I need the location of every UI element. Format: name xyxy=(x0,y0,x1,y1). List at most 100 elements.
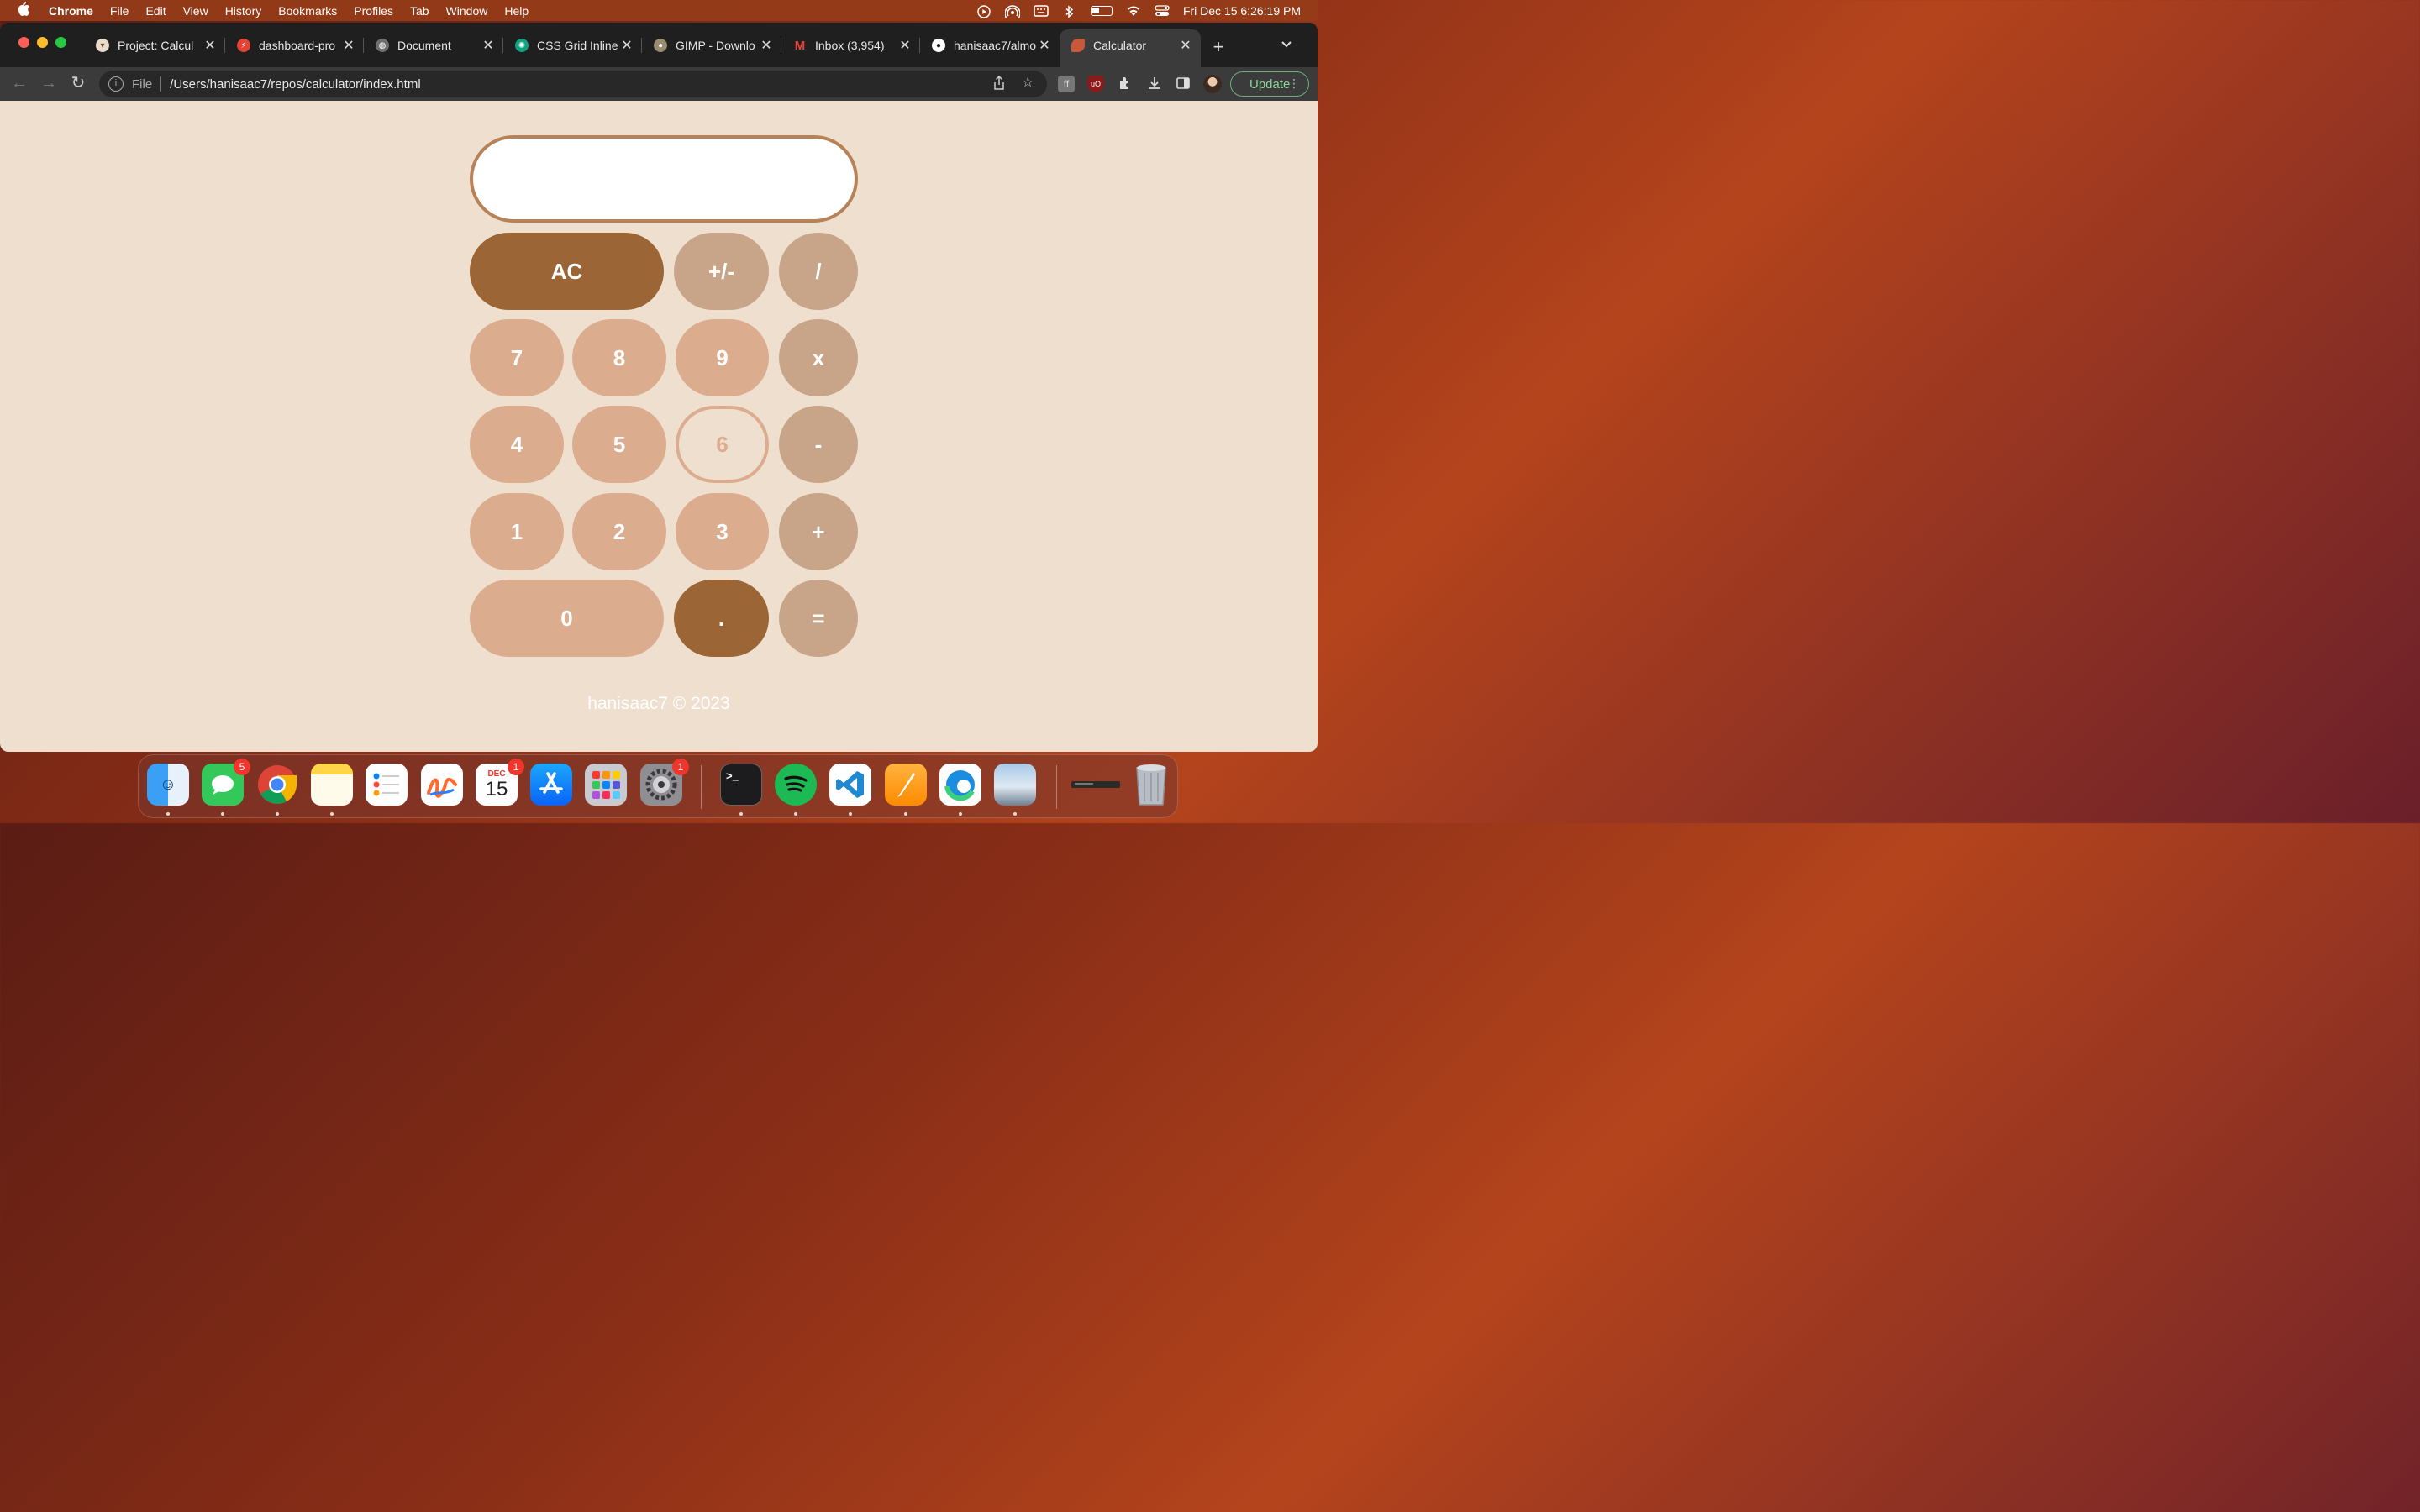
close-icon[interactable]: ✕ xyxy=(758,37,775,54)
divide-button[interactable]: / xyxy=(779,233,858,310)
tab-gmail[interactable]: M Inbox (3,954) ✕ xyxy=(781,29,920,61)
digit-4-button[interactable]: 4 xyxy=(470,406,564,483)
calendar-icon[interactable]: DEC 15 1 xyxy=(476,759,524,806)
close-icon[interactable]: ✕ xyxy=(1036,37,1053,54)
menu-profiles[interactable]: Profiles xyxy=(354,4,393,18)
freeform-icon[interactable] xyxy=(421,764,463,806)
digit-3-button[interactable]: 3 xyxy=(676,493,769,570)
edge-icon[interactable] xyxy=(939,764,981,806)
almond-icon xyxy=(1071,39,1085,52)
forward-arrow-icon[interactable]: → xyxy=(38,72,60,94)
ac-button[interactable]: AC xyxy=(470,233,664,310)
download-icon[interactable] xyxy=(1146,76,1163,92)
app-store-icon[interactable] xyxy=(530,764,572,806)
url-divider xyxy=(160,76,162,92)
airdrop-icon[interactable] xyxy=(1004,4,1021,18)
digit-7-button[interactable]: 7 xyxy=(470,319,564,396)
equals-button[interactable]: = xyxy=(779,580,858,657)
tab-dashboard[interactable]: ⚡ dashboard-pro ✕ xyxy=(225,29,364,61)
minimized-window-thumbnail[interactable] xyxy=(1071,764,1120,806)
messages-icon[interactable]: 5 xyxy=(202,759,250,806)
menu-tab[interactable]: Tab xyxy=(410,4,429,18)
close-icon[interactable]: ✕ xyxy=(618,37,635,54)
pages-icon[interactable] xyxy=(885,764,927,806)
digit-5-button[interactable]: 5 xyxy=(572,406,666,483)
multiply-button[interactable]: x xyxy=(779,319,858,396)
keyboard-icon[interactable] xyxy=(1034,4,1049,17)
new-tab-button[interactable]: + xyxy=(1208,36,1228,58)
chevron-down-icon[interactable] xyxy=(1281,38,1292,51)
running-indicator xyxy=(221,812,224,816)
tab-project-calculator[interactable]: ▾ Project: Calcul ✕ xyxy=(84,29,225,61)
digit-1-button[interactable]: 1 xyxy=(470,493,564,570)
menu-bookmarks[interactable]: Bookmarks xyxy=(278,4,337,18)
tab-document[interactable]: ◍ Document ✕ xyxy=(364,29,503,61)
chrome-icon[interactable] xyxy=(256,764,298,806)
trash-icon[interactable] xyxy=(1130,764,1172,806)
spotify-icon[interactable] xyxy=(775,764,817,806)
close-icon[interactable]: ✕ xyxy=(897,37,913,54)
wifi-icon[interactable] xyxy=(1126,5,1141,17)
menu-history[interactable]: History xyxy=(225,4,262,18)
subtract-button[interactable]: - xyxy=(779,406,858,483)
bookmark-star-icon[interactable]: ☆ xyxy=(1022,74,1034,91)
tab-github[interactable]: ● hanisaac7/almo ✕ xyxy=(920,29,1060,61)
digit-9-button[interactable]: 9 xyxy=(676,319,769,396)
close-icon[interactable]: ✕ xyxy=(202,37,218,54)
tab-css-grid[interactable]: ✺ CSS Grid Inline ✕ xyxy=(503,29,642,61)
fullscreen-window-button[interactable] xyxy=(55,37,66,48)
battery-icon[interactable] xyxy=(1090,5,1113,16)
reminders-icon[interactable] xyxy=(366,764,408,806)
back-arrow-icon[interactable]: ← xyxy=(8,72,30,94)
play-icon[interactable] xyxy=(976,4,992,18)
menu-view[interactable]: View xyxy=(183,4,208,18)
sign-toggle-button[interactable]: +/- xyxy=(674,233,769,310)
menu-app-name[interactable]: Chrome xyxy=(49,4,93,18)
digit-8-button[interactable]: 8 xyxy=(572,319,666,396)
close-window-button[interactable] xyxy=(18,37,29,48)
tab-title: hanisaac7/almo xyxy=(954,39,1036,52)
reload-icon[interactable]: ↻ xyxy=(67,72,89,94)
menu-file[interactable]: File xyxy=(110,4,129,18)
close-icon[interactable]: ✕ xyxy=(340,37,357,54)
url-text[interactable]: /Users/hanisaac7/repos/calculator/index.… xyxy=(170,77,420,92)
menu-bar: Chrome File Edit View History Bookmarks … xyxy=(0,0,1318,21)
add-button[interactable]: + xyxy=(779,493,858,570)
address-bar[interactable]: i File /Users/hanisaac7/repos/calculator… xyxy=(99,71,1047,97)
ublock-icon[interactable]: uO xyxy=(1087,76,1104,92)
menu-window[interactable]: Window xyxy=(446,4,488,18)
tab-gimp[interactable]: ◕ GIMP - Downlo ✕ xyxy=(642,29,781,61)
digit-2-button[interactable]: 2 xyxy=(572,493,666,570)
digit-0-button[interactable]: 0 xyxy=(470,580,664,657)
decimal-button[interactable]: . xyxy=(674,580,769,657)
update-button-label: Update xyxy=(1249,76,1291,92)
notes-icon[interactable] xyxy=(311,764,353,806)
terminal-icon[interactable]: >_ xyxy=(720,764,762,806)
vscode-icon[interactable] xyxy=(829,764,871,806)
menubar-clock[interactable]: Fri Dec 15 6:26:19 PM xyxy=(1183,4,1301,18)
more-vert-icon[interactable]: ⋮ xyxy=(1288,76,1300,91)
close-icon[interactable]: ✕ xyxy=(1177,37,1194,54)
gmail-icon: M xyxy=(794,38,806,53)
system-settings-icon[interactable]: 1 xyxy=(640,759,689,806)
side-panel-icon[interactable] xyxy=(1175,76,1192,92)
launchpad-icon[interactable] xyxy=(585,764,627,806)
info-icon[interactable]: i xyxy=(108,76,124,92)
menu-edit[interactable]: Edit xyxy=(145,4,166,18)
preview-icon[interactable] xyxy=(994,764,1036,806)
profile-avatar[interactable] xyxy=(1203,75,1222,93)
close-icon[interactable]: ✕ xyxy=(480,37,497,54)
tab-calculator[interactable]: Calculator ✕ xyxy=(1060,29,1201,67)
share-icon[interactable] xyxy=(993,75,1005,95)
control-center-icon[interactable] xyxy=(1155,4,1170,17)
running-indicator xyxy=(166,812,170,816)
update-button[interactable]: Update ⋮ xyxy=(1230,71,1309,97)
extension-icon[interactable]: ff xyxy=(1058,76,1075,92)
puzzle-extensions-icon[interactable] xyxy=(1117,76,1134,92)
apple-menu-icon[interactable] xyxy=(17,1,32,20)
bluetooth-icon[interactable] xyxy=(1062,4,1077,18)
finder-icon[interactable]: ☺ xyxy=(147,764,189,806)
digit-6-button[interactable]: 6 xyxy=(676,406,769,483)
minimize-window-button[interactable] xyxy=(37,37,48,48)
menu-help[interactable]: Help xyxy=(504,4,529,18)
